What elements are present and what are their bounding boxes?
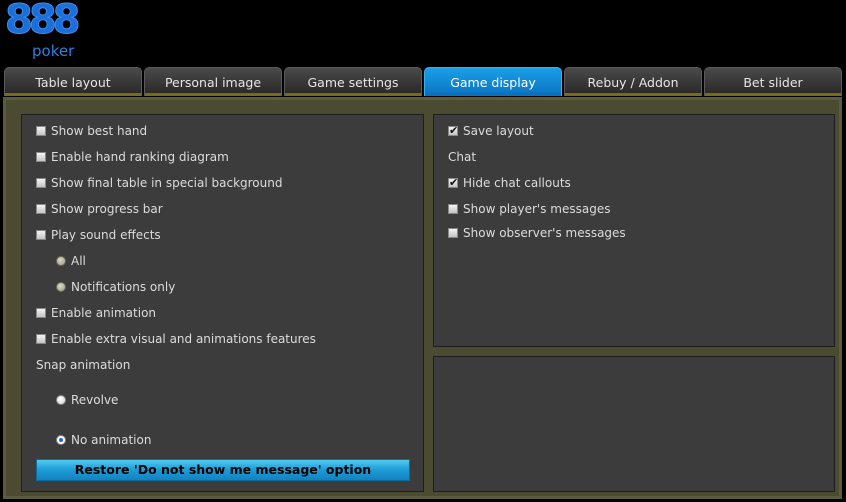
snap-revolve-radio[interactable] <box>56 395 66 405</box>
snap-none-radio[interactable] <box>56 435 66 445</box>
show-best-hand-label: Show best hand <box>51 124 148 138</box>
logo-number: 888 <box>5 0 81 44</box>
tab-game-settings[interactable]: Game settings <box>284 67 422 96</box>
final-table-bg-option[interactable]: Show final table in special background <box>36 175 282 191</box>
show-best-hand-option[interactable]: Show best hand <box>36 123 147 139</box>
extra-visual-checkbox[interactable] <box>36 334 46 344</box>
hand-ranking-option[interactable]: Enable hand ranking diagram <box>36 149 229 165</box>
snap-revolve-option[interactable]: Revolve <box>56 392 118 408</box>
animation-option[interactable]: Enable animation <box>36 305 156 321</box>
snap-none-option[interactable]: No animation <box>56 432 151 448</box>
sound-all-label: All <box>71 254 86 268</box>
tab-personal-image[interactable]: Personal image <box>144 67 282 96</box>
sound-all-radio[interactable] <box>56 256 66 266</box>
hand-ranking-checkbox[interactable] <box>36 152 46 162</box>
observers-messages-option[interactable]: Show observer's messages <box>448 225 626 241</box>
hide-callouts-option[interactable]: Hide chat callouts <box>448 175 571 191</box>
888poker-logo: 888 poker <box>5 0 85 61</box>
layout-chat-box: Save layout Chat Hide chat callouts Show… <box>433 114 835 347</box>
sound-notifications-label: Notifications only <box>71 280 176 294</box>
sound-notifications-option[interactable]: Notifications only <box>56 279 175 295</box>
animation-checkbox[interactable] <box>36 308 46 318</box>
game-display-panel: Show best hand Enable hand ranking diagr… <box>3 97 842 499</box>
tab-bet-slider[interactable]: Bet slider <box>704 67 842 96</box>
save-layout-label: Save layout <box>463 124 534 138</box>
progress-bar-label: Show progress bar <box>51 202 163 216</box>
final-table-bg-label: Show final table in special background <box>51 176 283 190</box>
snap-revolve-label: Revolve <box>71 393 119 407</box>
hide-callouts-label: Hide chat callouts <box>463 176 571 190</box>
tab-table-layout[interactable]: Table layout <box>4 67 142 96</box>
logo-word: poker <box>32 42 75 60</box>
chat-heading: Chat <box>448 150 477 164</box>
extra-visual-option[interactable]: Enable extra visual and animations featu… <box>36 331 316 347</box>
players-messages-option[interactable]: Show player's messages <box>448 201 610 217</box>
tab-rebuy-addon[interactable]: Rebuy / Addon <box>564 67 702 96</box>
final-table-bg-checkbox[interactable] <box>36 178 46 188</box>
observers-messages-label: Show observer's messages <box>463 226 626 240</box>
sound-effects-option[interactable]: Play sound effects <box>36 227 161 243</box>
sound-effects-checkbox[interactable] <box>36 230 46 240</box>
sound-notifications-radio[interactable] <box>56 282 66 292</box>
hand-ranking-label: Enable hand ranking diagram <box>51 150 229 164</box>
extra-visual-label: Enable extra visual and animations featu… <box>51 332 316 346</box>
tab-game-display[interactable]: Game display <box>424 67 562 96</box>
show-best-hand-checkbox[interactable] <box>36 126 46 136</box>
observers-messages-checkbox[interactable] <box>448 228 458 238</box>
hide-callouts-checkbox[interactable] <box>448 175 458 191</box>
sound-all-option[interactable]: All <box>56 253 86 269</box>
players-messages-checkbox[interactable] <box>448 204 458 214</box>
save-layout-option[interactable]: Save layout <box>448 123 534 139</box>
progress-bar-option[interactable]: Show progress bar <box>36 201 163 217</box>
animation-label: Enable animation <box>51 306 157 320</box>
snap-animation-heading: Snap animation <box>36 358 131 372</box>
empty-options-box <box>433 356 835 492</box>
progress-bar-checkbox[interactable] <box>36 204 46 214</box>
restore-messages-button[interactable]: Restore 'Do not show me message' option <box>36 459 410 481</box>
snap-none-label: No animation <box>71 433 152 447</box>
save-layout-checkbox[interactable] <box>448 123 458 139</box>
players-messages-label: Show player's messages <box>463 202 611 216</box>
settings-tabs: Table layout Personal image Game setting… <box>4 67 842 97</box>
display-options-box: Show best hand Enable hand ranking diagr… <box>21 114 424 492</box>
sound-effects-label: Play sound effects <box>51 228 161 242</box>
